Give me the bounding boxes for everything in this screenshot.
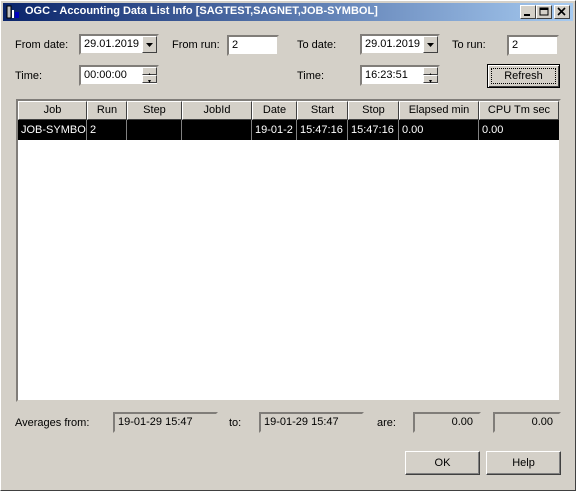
cell-jobid bbox=[182, 120, 252, 140]
cell-job: JOB-SYMBO bbox=[18, 120, 87, 140]
spin-up-button[interactable] bbox=[423, 67, 438, 76]
window-title: OGC - Accounting Data List Info [SAGTEST… bbox=[25, 5, 378, 17]
cell-date: 19-01-2 bbox=[252, 120, 297, 140]
averages-to-label: to: bbox=[229, 417, 242, 429]
column-header-cpu-tm-sec[interactable]: CPU Tm sec bbox=[479, 101, 559, 120]
column-header-stop[interactable]: Stop bbox=[348, 101, 399, 120]
spin-up-button[interactable] bbox=[142, 67, 157, 76]
chevron-down-icon bbox=[427, 43, 434, 47]
ok-button[interactable]: OK bbox=[405, 451, 480, 475]
from-date-value: 29.01.2019 bbox=[84, 38, 140, 50]
from-date-label: From date: bbox=[15, 39, 69, 51]
maximize-icon bbox=[539, 7, 549, 16]
dialog-window: OGC - Accounting Data List Info [SAGTEST… bbox=[0, 0, 576, 491]
to-date-value: 29.01.2019 bbox=[365, 38, 421, 50]
cell-cpu-tm-sec: 0.00 bbox=[482, 124, 504, 136]
from-time-spin-buttons[interactable] bbox=[142, 67, 157, 84]
to-time-spinner[interactable]: 16:23:51 bbox=[360, 65, 440, 86]
to-run-label: To run: bbox=[452, 39, 486, 51]
minimize-button[interactable] bbox=[520, 5, 536, 19]
title-bar[interactable]: OGC - Accounting Data List Info [SAGTEST… bbox=[3, 3, 573, 21]
to-time-value: 16:23:51 bbox=[365, 69, 408, 81]
cell-start: 15:47:16 bbox=[297, 120, 348, 140]
averages-from-label: Averages from: bbox=[15, 417, 90, 429]
minimize-icon bbox=[524, 14, 530, 16]
column-header-jobid[interactable]: JobId bbox=[182, 101, 252, 120]
to-date-combo[interactable]: 29.01.2019 bbox=[360, 34, 440, 55]
accounting-list[interactable]: Job Run Step JobId Date Start Stop Elaps… bbox=[16, 99, 561, 402]
app-icon bbox=[6, 5, 20, 19]
to-time-label: Time: bbox=[297, 70, 325, 82]
averages-elapsed-value: 0.00 bbox=[413, 412, 481, 433]
refresh-button[interactable]: Refresh bbox=[487, 64, 560, 88]
cell-stop: 15:47:16 bbox=[348, 120, 399, 140]
chevron-down-icon bbox=[146, 43, 153, 47]
averages-cpu-value: 0.00 bbox=[493, 412, 561, 433]
from-run-input[interactable]: 2 bbox=[227, 35, 279, 56]
from-time-label: Time: bbox=[15, 70, 43, 82]
spin-down-button[interactable] bbox=[142, 75, 157, 83]
averages-to-value: 19-01-29 15:47 bbox=[259, 412, 364, 433]
to-date-dropdown-button[interactable] bbox=[423, 36, 438, 53]
from-date-dropdown-button[interactable] bbox=[142, 36, 157, 53]
cell-run: 2 bbox=[87, 120, 127, 140]
column-header-date[interactable]: Date bbox=[252, 101, 297, 120]
from-time-value: 00:00:00 bbox=[84, 69, 127, 81]
column-header-job[interactable]: Job bbox=[18, 101, 87, 120]
focus-rect bbox=[491, 68, 556, 84]
from-time-spinner[interactable]: 00:00:00 bbox=[79, 65, 159, 86]
column-header-step[interactable]: Step bbox=[127, 101, 182, 120]
from-run-label: From run: bbox=[172, 39, 220, 51]
arrow-down-icon bbox=[429, 80, 432, 83]
averages-are-label: are: bbox=[377, 417, 396, 429]
to-date-label: To date: bbox=[297, 39, 337, 51]
column-header-elapsed-min[interactable]: Elapsed min bbox=[399, 101, 479, 120]
arrow-down-icon bbox=[148, 80, 151, 83]
averages-from-value: 19-01-29 15:47 bbox=[113, 412, 218, 433]
help-button[interactable]: Help bbox=[486, 451, 561, 475]
cell-step bbox=[127, 120, 182, 140]
to-run-input[interactable]: 2 bbox=[507, 35, 559, 56]
to-time-spin-buttons[interactable] bbox=[423, 67, 438, 84]
column-header-start[interactable]: Start bbox=[297, 101, 348, 120]
close-button[interactable] bbox=[554, 5, 570, 19]
table-row[interactable]: JOB-SYMBO 2 19-01-2 15:47:16 15:47:16 0.… bbox=[18, 120, 559, 140]
from-run-value: 2 bbox=[232, 39, 239, 51]
close-icon bbox=[557, 7, 566, 16]
cell-elapsed-min: 0.00 bbox=[399, 120, 479, 140]
spin-down-button[interactable] bbox=[423, 75, 438, 83]
column-header-run[interactable]: Run bbox=[87, 101, 127, 120]
from-date-combo[interactable]: 29.01.2019 bbox=[79, 34, 159, 55]
to-run-value: 2 bbox=[512, 39, 519, 51]
maximize-button[interactable] bbox=[536, 5, 552, 19]
